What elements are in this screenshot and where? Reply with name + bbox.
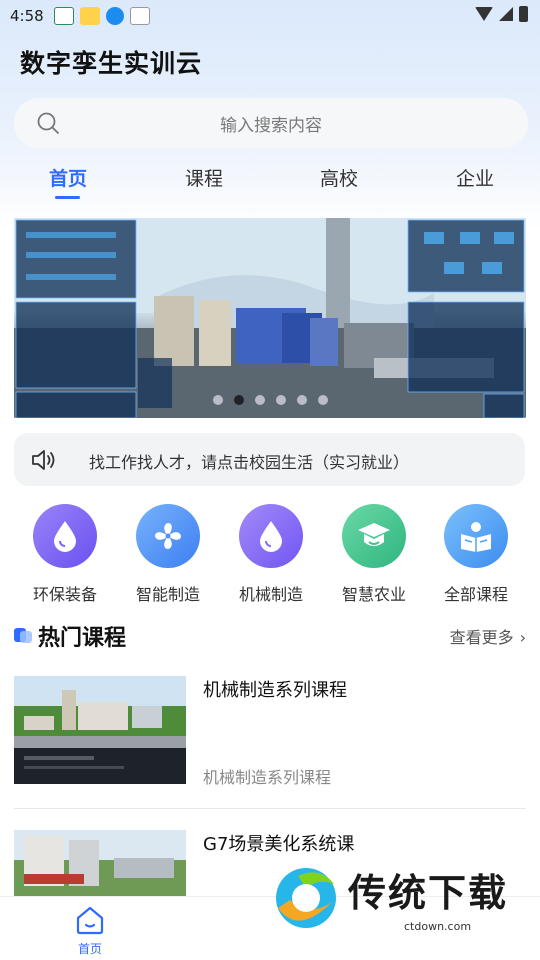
graduation-cap-icon: [342, 504, 406, 568]
view-more-label: 查看更多: [449, 628, 514, 647]
divider: [14, 808, 526, 809]
section-marker-icon: [14, 628, 32, 643]
home-icon: [76, 906, 104, 935]
speaker-icon: [32, 450, 55, 470]
carousel-dot[interactable]: [254, 395, 265, 405]
reading-icon: [444, 504, 508, 568]
watermark-logo-icon: [276, 868, 336, 928]
nav-home-label: 首页: [77, 942, 102, 956]
fan-icon: [136, 504, 200, 568]
download-icon: [105, 7, 124, 25]
category-label: 智慧农业: [341, 585, 406, 604]
tab-home[interactable]: 首页: [49, 164, 87, 191]
search-placeholder: 输入搜索内容: [220, 115, 322, 136]
watermark-url: ctdown.com: [404, 920, 472, 933]
category-label: 环保装备: [32, 585, 97, 604]
notice-bar[interactable]: 找工作找人才，请点击校园生活（实习就业）: [14, 433, 525, 486]
water-drop-icon: [239, 504, 303, 568]
watermark: 传统下载 ctdown.com: [268, 858, 530, 942]
course-item[interactable]: 机械制造系列课程 机械制造系列课程: [14, 676, 526, 787]
course-thumbnail: [14, 676, 186, 784]
course-subtitle: 机械制造系列课程: [203, 768, 332, 787]
water-drop-icon: [33, 504, 97, 568]
carousel-dot[interactable]: [233, 395, 244, 405]
status-bar: 4:58: [0, 0, 540, 32]
course-title: 机械制造系列课程: [203, 680, 347, 701]
course-thumbnail: [14, 830, 186, 896]
category-environmental-equipment[interactable]: 环保装备: [23, 504, 107, 605]
view-more-link[interactable]: 查看更多 ›: [450, 624, 526, 648]
chevron-right-icon: ›: [519, 628, 526, 647]
carousel-dot[interactable]: [275, 395, 286, 405]
category-intelligent-manufacturing[interactable]: 智能制造: [126, 504, 210, 605]
app-notification-icon: [129, 7, 150, 25]
search-input[interactable]: 输入搜索内容: [14, 98, 528, 148]
category-smart-agriculture[interactable]: 智慧农业: [332, 504, 416, 605]
category-label: 智能制造: [135, 585, 200, 604]
carousel-dot[interactable]: [296, 395, 307, 405]
tab-universities[interactable]: 高校: [320, 164, 358, 191]
page-title: 数字孪生实训云: [20, 49, 203, 78]
battery-icon: [519, 6, 528, 22]
search-icon: [37, 112, 59, 134]
category-label: 全部课程: [443, 585, 508, 604]
status-indicators: [475, 6, 528, 22]
hot-courses-header: 热门课程 查看更多 ›: [14, 620, 526, 652]
carousel-dot[interactable]: [212, 395, 223, 405]
category-all-courses[interactable]: 全部课程: [434, 504, 518, 605]
banner-carousel[interactable]: [14, 218, 526, 418]
tab-enterprises[interactable]: 企业: [456, 164, 494, 191]
carousel-indicators: [0, 395, 540, 405]
category-mechanical-manufacturing[interactable]: 机械制造: [229, 504, 313, 605]
category-label: 机械制造: [238, 585, 303, 604]
status-time: 4:58: [10, 7, 44, 25]
nav-item-home[interactable]: 首页: [70, 905, 110, 957]
tab-active-indicator: [55, 196, 80, 199]
course-title: G7场景美化系统课: [203, 834, 355, 855]
section-title: 热门课程: [38, 626, 127, 651]
carousel-dot[interactable]: [317, 395, 328, 405]
tab-courses[interactable]: 课程: [185, 164, 223, 191]
app-notification-icon: [53, 7, 74, 25]
app-notification-icon: [79, 7, 100, 25]
signal-icon: [499, 7, 513, 21]
wifi-icon: [475, 7, 493, 21]
watermark-text: 传统下载: [348, 871, 509, 915]
banner-image: [14, 218, 526, 418]
tab-bar: 首页 课程 高校 企业: [0, 160, 540, 200]
notice-text: 找工作找人才，请点击校园生活（实习就业）: [89, 453, 410, 472]
